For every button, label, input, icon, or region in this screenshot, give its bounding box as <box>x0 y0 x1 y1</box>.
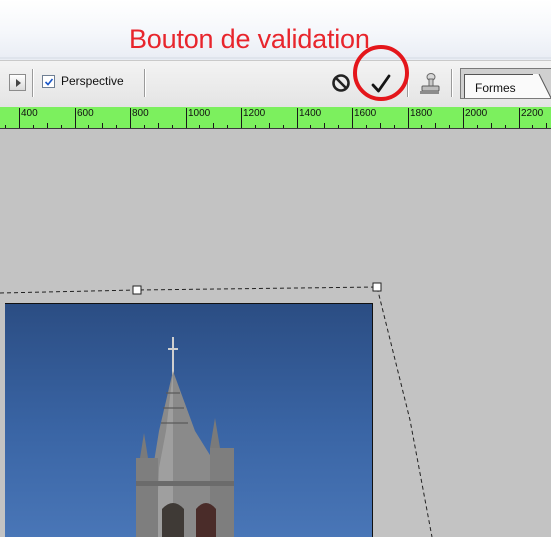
perspective-label[interactable]: Perspective <box>61 74 124 88</box>
ruler-major-tick <box>241 108 242 128</box>
ruler-major-tick <box>408 108 409 128</box>
play-arrow-icon <box>16 79 21 87</box>
check-icon <box>44 78 54 86</box>
ruler-major-tick <box>130 108 131 128</box>
ruler-label: 1600 <box>354 108 377 119</box>
title-divider <box>0 57 551 59</box>
ruler-label: 2200 <box>521 108 544 119</box>
photo-right-edge <box>372 303 373 537</box>
tab-edge <box>533 74 551 98</box>
toolbar-separator <box>451 69 452 97</box>
ruler-major-tick <box>75 108 76 128</box>
ruler-label: 1200 <box>243 108 266 119</box>
ruler-major-tick <box>463 108 464 128</box>
church-steeple-image <box>136 337 234 537</box>
ruler-label: 2000 <box>465 108 488 119</box>
horizontal-ruler: 400 600 800 1000 1200 1400 1600 1800 2000 2200 <box>0 107 551 129</box>
clone-stamp-icon[interactable] <box>416 71 442 97</box>
toolbar-separator <box>144 69 145 97</box>
expand-arrow-button[interactable] <box>9 74 26 91</box>
ruler-major-tick <box>19 108 20 128</box>
ruler-major-tick <box>186 108 187 128</box>
ruler-label: 1400 <box>299 108 322 119</box>
photoshop-window: Bouton de validation Perspective Formes <box>0 0 551 537</box>
annotation-label: Bouton de validation <box>129 24 370 54</box>
ruler-label: 600 <box>77 108 94 119</box>
toolbar-separator <box>32 69 33 97</box>
ruler-major-tick <box>297 108 298 128</box>
tab-formes[interactable]: Formes <box>464 74 539 98</box>
ruler-label: 800 <box>132 108 149 119</box>
ruler-major-tick <box>352 108 353 128</box>
ruler-major-tick <box>519 108 520 128</box>
photo-top-edge <box>5 303 373 304</box>
options-bar: Perspective Formes <box>0 60 551 108</box>
cancel-transform-icon[interactable] <box>331 73 351 93</box>
ruler-label: 400 <box>21 108 38 119</box>
ruler-label: 1000 <box>188 108 211 119</box>
highlight-circle <box>353 45 409 101</box>
ruler-label: 1800 <box>410 108 433 119</box>
perspective-checkbox[interactable] <box>42 75 55 88</box>
